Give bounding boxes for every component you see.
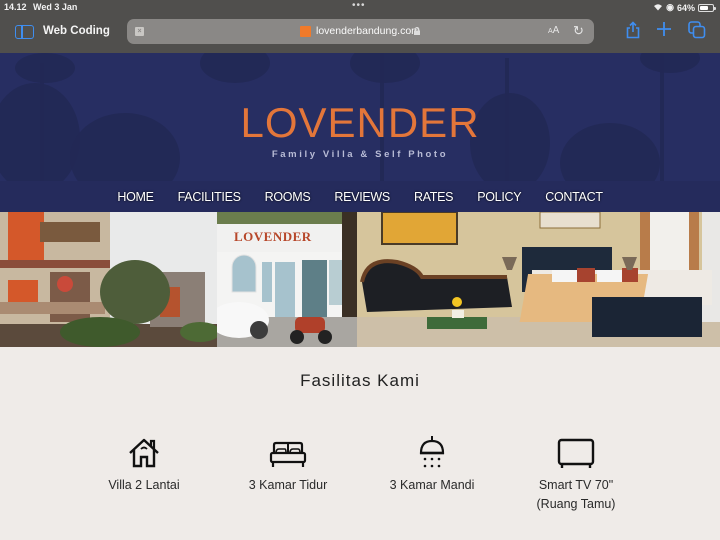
site-tagline: Family Villa & Self Photo <box>271 149 449 160</box>
palm-silhouette <box>200 53 270 83</box>
multitasking-dots[interactable]: ••• <box>352 1 366 11</box>
facility-label: Smart TV 70" <box>538 478 614 492</box>
battery-percent: 64% <box>676 2 695 13</box>
reload-icon[interactable]: ↻ <box>573 23 584 39</box>
facility-item: 3 Kamar Mandi <box>357 435 507 495</box>
house-icon <box>69 435 219 469</box>
url-text[interactable]: lovenderbandung.com <box>316 25 420 37</box>
plus-icon[interactable] <box>656 21 672 41</box>
nav-policy[interactable]: POLICY <box>477 190 521 204</box>
status-indicators: ◉ 64% <box>653 2 716 13</box>
browser-chrome: 14.12 Wed 3 Jan ••• ◉ 64% Web Coding × l… <box>0 0 720 53</box>
site-logo[interactable]: LOVENDER <box>0 99 720 147</box>
site-header: LOVENDER Family Villa & Self Photo HOME … <box>0 53 720 212</box>
focus-icon: ◉ <box>666 2 674 12</box>
nav-reviews[interactable]: REVIEWS <box>334 190 390 204</box>
lock-icon <box>414 27 420 37</box>
address-bar[interactable]: × lovenderbandung.com AA ↻ <box>127 19 594 44</box>
status-date: Wed 3 Jan <box>33 2 78 12</box>
nav-home[interactable]: HOME <box>117 190 154 204</box>
reader-settings-button[interactable]: AA <box>548 25 559 36</box>
villa-entrance-photo[interactable]: LOVENDER <box>217 212 357 347</box>
facility-label: 3 Kamar Tidur <box>248 478 328 492</box>
site-favicon-icon <box>300 26 311 37</box>
facility-label: 3 Kamar Mandi <box>389 478 475 492</box>
facilities-section: Fasilitas Kami Villa 2 Lantai 3 Kamar Ti… <box>0 347 720 540</box>
nav-rooms[interactable]: ROOMS <box>265 190 311 204</box>
facility-item: Villa 2 Lantai <box>69 435 219 495</box>
tab-group-title[interactable]: Web Coding <box>43 25 110 37</box>
bedroom-photo[interactable] <box>357 212 720 347</box>
shower-icon <box>357 435 507 469</box>
tv-icon <box>501 435 651 469</box>
palm-silhouette <box>640 53 700 73</box>
share-icon[interactable] <box>626 21 640 43</box>
status-time: 14.12 <box>4 2 27 12</box>
nav-facilities[interactable]: FACILITIES <box>178 190 241 204</box>
sidebar-icon[interactable] <box>15 25 34 39</box>
wifi-icon <box>653 3 663 13</box>
battery-icon <box>698 3 716 12</box>
close-tab-icon[interactable]: × <box>135 27 144 36</box>
nav-rates[interactable]: RATES <box>414 190 454 204</box>
palm-silhouette <box>350 53 420 83</box>
tabs-icon[interactable] <box>688 21 706 43</box>
villa-exterior-photo[interactable] <box>0 212 217 347</box>
photo-gallery: LOVENDER <box>0 212 720 347</box>
facility-item: Smart TV 70" (Ruang Tamu) <box>501 435 651 514</box>
facility-sublabel: (Ruang Tamu) <box>536 497 616 511</box>
facility-item: 3 Kamar Tidur <box>213 435 363 495</box>
bed-icon <box>213 435 363 469</box>
palm-silhouette <box>15 53 75 83</box>
main-nav: HOME FACILITIES ROOMS REVIEWS RATES POLI… <box>0 181 720 212</box>
nav-contact[interactable]: CONTACT <box>545 190 603 204</box>
facility-label: Villa 2 Lantai <box>108 478 180 492</box>
facilities-title: Fasilitas Kami <box>300 371 420 390</box>
villa-sign-text: LOVENDER <box>234 229 312 244</box>
